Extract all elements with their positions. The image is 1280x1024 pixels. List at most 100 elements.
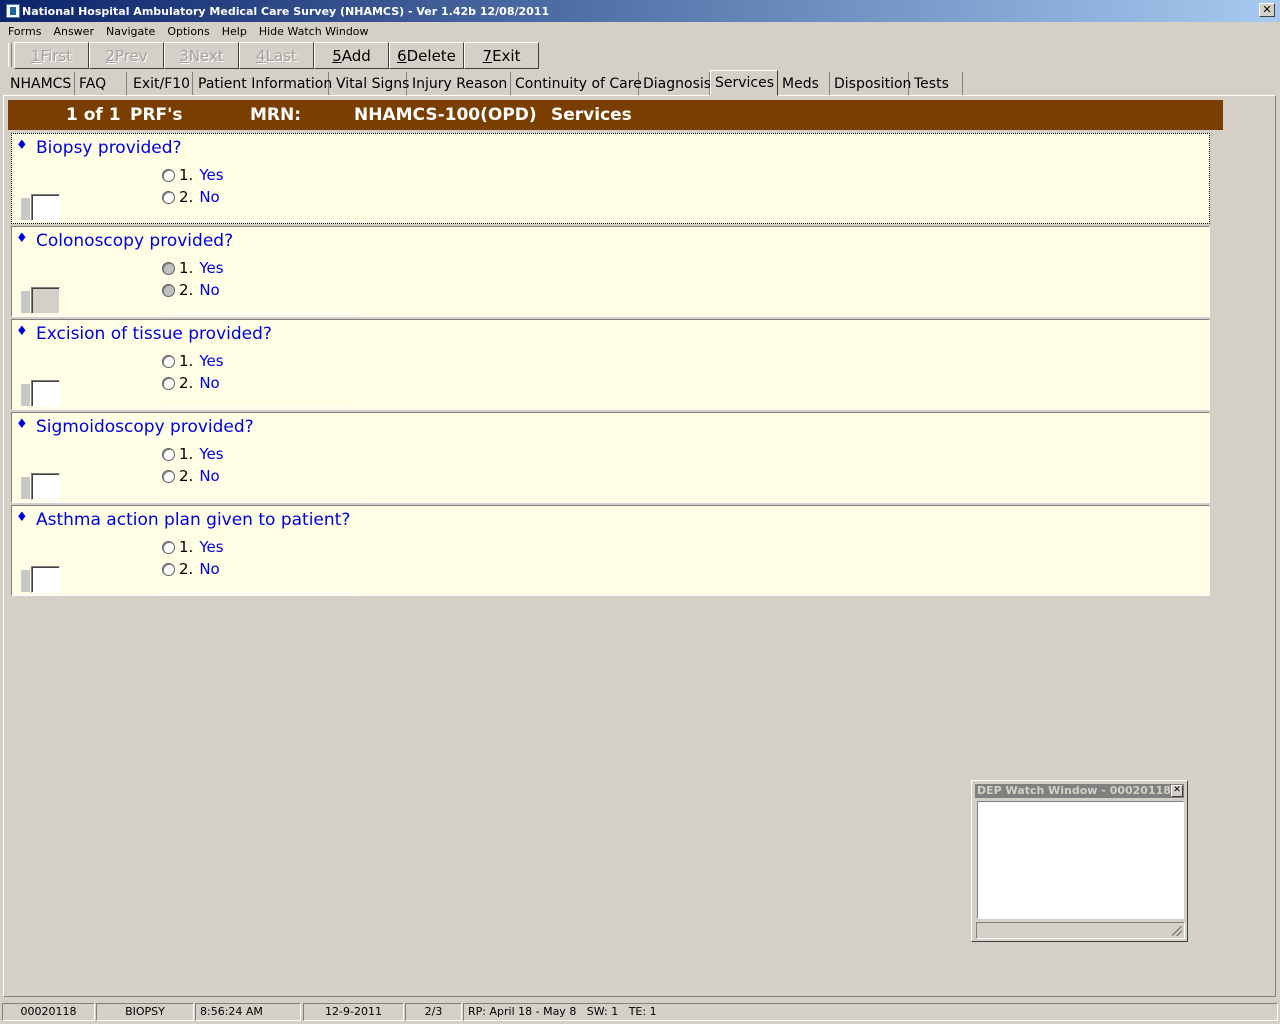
status-info: RP: April 18 - May 8 SW: 1 TE: 1 (463, 1003, 1278, 1021)
status-page: 2/3 (405, 1003, 462, 1021)
question-colonoscopy: ♦ Colonoscopy provided? 1. Yes 2. No (11, 226, 1210, 317)
answer-input[interactable] (31, 194, 60, 221)
status-field: BIOPSY (96, 1003, 194, 1021)
answer-input[interactable] (31, 473, 60, 500)
watch-window-status (976, 922, 1185, 939)
menu-options[interactable]: Options (167, 25, 209, 38)
tab-tests[interactable]: Tests (910, 72, 963, 96)
watch-close-icon[interactable]: ✕ (1171, 785, 1183, 797)
tab-diagnosis[interactable]: Diagnosis (639, 72, 711, 96)
radio-icon[interactable] (162, 376, 175, 390)
toolbar-grip (8, 43, 12, 67)
bullet-icon: ♦ (16, 138, 28, 153)
question-asthma-action-plan: ♦ Asthma action plan given to patient? 1… (11, 505, 1210, 596)
menu-navigate[interactable]: Navigate (106, 25, 155, 38)
resize-grip-icon[interactable] (1172, 926, 1182, 936)
form-header: 1 of 1 PRF's MRN: NHAMCS-100(OPD) Servic… (8, 100, 1223, 130)
tab-patient-information[interactable]: Patient Information (194, 72, 332, 96)
divider (162, 592, 360, 593)
option-no[interactable]: 2. No (162, 374, 220, 392)
question-text: Biopsy provided? (36, 138, 182, 158)
answer-gutter (21, 477, 30, 499)
radio-icon[interactable] (162, 190, 175, 204)
bullet-icon: ♦ (16, 231, 28, 246)
answer-input[interactable] (31, 566, 60, 593)
app-icon (6, 4, 20, 18)
add-button[interactable]: 5 Add (314, 42, 389, 69)
option-no[interactable]: 2. No (162, 281, 220, 299)
first-button[interactable]: 1 First (14, 42, 89, 69)
radio-icon[interactable] (162, 168, 175, 182)
record-count: 1 of 1 (66, 105, 121, 125)
radio-icon[interactable] (162, 283, 175, 297)
question-sigmoidoscopy: ♦ Sigmoidoscopy provided? 1. Yes 2. No (11, 412, 1210, 503)
radio-icon[interactable] (162, 469, 175, 483)
menu-hide-watch-window[interactable]: Hide Watch Window (259, 25, 369, 38)
option-no[interactable]: 2. No (162, 560, 220, 578)
tab-strip: NHAMCS FAQ Exit/F10 Patient Information … (0, 70, 1280, 96)
exit-button[interactable]: 7 Exit (464, 42, 539, 69)
divider (162, 220, 360, 221)
option-no[interactable]: 2. No (162, 188, 220, 206)
divider (162, 499, 360, 500)
menu-bar: Forms Answer Navigate Options Help Hide … (0, 22, 1280, 40)
form-name: NHAMCS-100(OPD) (354, 105, 537, 125)
answer-input[interactable] (31, 287, 60, 314)
answer-gutter (21, 291, 30, 313)
question-excision-of-tissue: ♦ Excision of tissue provided? 1. Yes 2. N… (11, 319, 1210, 410)
delete-button[interactable]: 6 Delete (389, 42, 464, 69)
watch-window-body (977, 801, 1184, 919)
tab-faq[interactable]: FAQ (75, 72, 127, 96)
tab-continuity-of-care[interactable]: Continuity of Care (511, 72, 642, 96)
option-yes[interactable]: 1. Yes (162, 538, 224, 556)
tab-vital-signs[interactable]: Vital Signs (332, 72, 409, 96)
radio-icon[interactable] (162, 447, 175, 461)
option-yes[interactable]: 1. Yes (162, 445, 224, 463)
question-text: Excision of tissue provided? (36, 324, 272, 344)
section-name: Services (551, 105, 632, 125)
question-text: Sigmoidoscopy provided? (36, 417, 254, 437)
divider (162, 313, 360, 314)
divider (162, 406, 360, 407)
option-no[interactable]: 2. No (162, 467, 220, 485)
mrn-label: MRN: (250, 105, 302, 125)
answer-gutter (21, 198, 30, 220)
radio-icon[interactable] (162, 562, 175, 576)
menu-answer[interactable]: Answer (53, 25, 94, 38)
window-close-button[interactable]: ✕ (1259, 3, 1275, 17)
answer-input[interactable] (31, 380, 60, 407)
menu-forms[interactable]: Forms (8, 25, 41, 38)
next-button[interactable]: 3 Next (164, 42, 239, 69)
prev-button[interactable]: 2 Prev (89, 42, 164, 69)
option-yes[interactable]: 1. Yes (162, 166, 224, 184)
bullet-icon: ♦ (16, 324, 28, 339)
radio-icon[interactable] (162, 540, 175, 554)
status-time: 8:56:24 AM (195, 1003, 301, 1021)
watch-window[interactable]: DEP Watch Window - 00020118 ✕ (971, 780, 1188, 942)
bullet-icon: ♦ (16, 417, 28, 432)
last-button[interactable]: 4 Last (239, 42, 314, 69)
watch-window-title[interactable]: DEP Watch Window - 00020118 ✕ (975, 784, 1184, 798)
option-yes[interactable]: 1. Yes (162, 259, 224, 277)
tab-disposition[interactable]: Disposition (830, 72, 911, 96)
toolbar: 1 First 2 Prev 3 Next 4 Last 5 Add 6 Del… (0, 41, 1280, 69)
prf-label: PRF's (130, 105, 183, 125)
window-title: National Hospital Ambulatory Medical Car… (22, 4, 550, 18)
menu-help[interactable]: Help (222, 25, 247, 38)
tab-meds[interactable]: Meds (778, 72, 830, 96)
question-biopsy: ♦ Biopsy provided? 1. Yes 2. No (11, 133, 1210, 224)
question-text: Colonoscopy provided? (36, 231, 234, 251)
answer-gutter (21, 384, 30, 406)
tab-injury-reason[interactable]: Injury Reason (408, 72, 511, 96)
tab-nhamcs[interactable]: NHAMCS (6, 72, 75, 96)
radio-icon[interactable] (162, 261, 175, 275)
status-case-id: 00020118 (2, 1003, 95, 1021)
bullet-icon: ♦ (16, 510, 28, 525)
option-yes[interactable]: 1. Yes (162, 352, 224, 370)
title-bar: National Hospital Ambulatory Medical Car… (0, 0, 1280, 22)
tab-exit-f10[interactable]: Exit/F10 (129, 72, 193, 96)
radio-icon[interactable] (162, 354, 175, 368)
status-bar: 00020118 BIOPSY 8:56:24 AM 12-9-2011 2/3… (0, 1002, 1280, 1022)
status-date: 12-9-2011 (303, 1003, 404, 1021)
tab-services[interactable]: Services (710, 70, 778, 96)
